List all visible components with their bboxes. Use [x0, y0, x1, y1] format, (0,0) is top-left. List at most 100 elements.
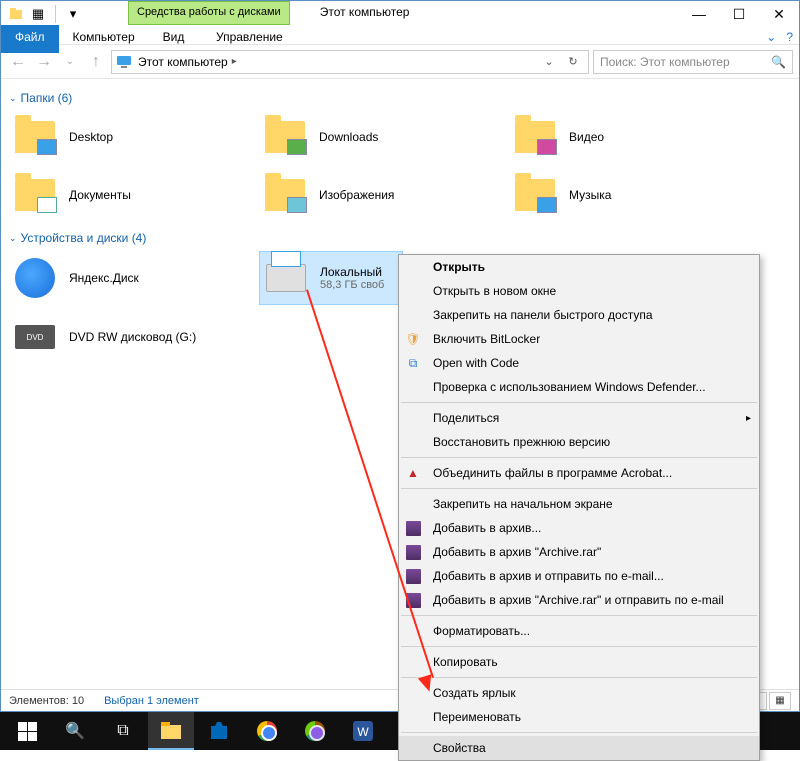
back-button[interactable]: ← [7, 51, 29, 73]
ctx-archive-rar-and-email[interactable]: Добавить в архив "Archive.rar" и отправи… [399, 588, 759, 612]
ctx-defender-scan[interactable]: Проверка с использованием Windows Defend… [399, 375, 759, 399]
ctx-open[interactable]: Открыть [399, 255, 759, 279]
ctx-open-with-code[interactable]: ⧉Open with Code [399, 351, 759, 375]
search-input[interactable]: Поиск: Этот компьютер 🔍 [593, 50, 793, 74]
window-controls: — ☐ ✕ [679, 1, 799, 27]
minimize-button[interactable]: — [679, 1, 719, 27]
ctx-open-new-window[interactable]: Открыть в новом окне [399, 279, 759, 303]
folder-pictures[interactable]: Изображения [259, 169, 509, 221]
ctx-add-to-archive-rar[interactable]: Добавить в архив "Archive.rar" [399, 540, 759, 564]
ctx-properties[interactable]: Свойства [399, 736, 759, 760]
winrar-icon [403, 566, 423, 586]
yandex-disk-icon [15, 258, 55, 298]
ribbon-expand-button[interactable]: ⌄ [766, 30, 776, 44]
address-bar[interactable]: Этот компьютер ▸ ⌄ ↻ [111, 50, 589, 74]
ctx-rename[interactable]: Переименовать [399, 705, 759, 729]
search-placeholder: Поиск: Этот компьютер [600, 55, 771, 69]
tab-manage[interactable]: Управление [186, 25, 313, 49]
chrome-canary-icon [305, 721, 325, 741]
folders-row: Desktop Downloads Видео Документы Изобра… [9, 111, 791, 221]
ctx-separator [401, 677, 757, 678]
svg-text:W: W [357, 725, 369, 739]
ctx-separator [401, 732, 757, 733]
folder-icon [15, 179, 55, 211]
window-title: Этот компьютер [320, 1, 410, 19]
image-overlay-icon [287, 197, 307, 213]
ctx-archive-and-email[interactable]: Добавить в архив и отправить по e-mail..… [399, 564, 759, 588]
device-yandex-disk[interactable]: Яндекс.Диск [9, 251, 259, 305]
ctx-acrobat-combine[interactable]: ▲Объединить файлы в программе Acrobat... [399, 461, 759, 485]
ctx-format[interactable]: Форматировать... [399, 619, 759, 643]
task-view-button[interactable]: ⧉ [100, 712, 146, 750]
ctx-copy[interactable]: Копировать [399, 650, 759, 674]
music-overlay-icon [537, 197, 557, 213]
view-icons-button[interactable]: ▦ [769, 692, 791, 710]
taskbar-explorer[interactable] [148, 712, 194, 750]
address-dropdown-button[interactable]: ⌄ [538, 51, 560, 73]
breadcrumb-location[interactable]: Этот компьютер [138, 55, 228, 69]
folder-icon [15, 121, 55, 153]
up-button[interactable]: ↑ [85, 51, 107, 73]
local-disk-freespace: 58,3 ГБ своб [320, 279, 384, 291]
download-overlay-icon [287, 139, 307, 155]
vscode-icon: ⧉ [403, 353, 423, 373]
forward-button[interactable]: → [33, 51, 55, 73]
folder-documents[interactable]: Документы [9, 169, 259, 221]
tab-file[interactable]: Файл [1, 25, 59, 53]
device-local-disk[interactable]: Локальный58,3 ГБ своб [259, 251, 403, 305]
qat-divider [55, 5, 56, 23]
folder-icon [515, 121, 555, 153]
tab-computer[interactable]: Компьютер [59, 25, 149, 53]
dvd-drive-icon: DVD [15, 325, 55, 349]
group-devices-header[interactable]: ⌄Устройства и диски (4) [9, 231, 791, 245]
close-button[interactable]: ✕ [759, 1, 799, 27]
group-folders-header[interactable]: ⌄Папки (6) [9, 91, 791, 105]
start-button[interactable] [4, 712, 50, 750]
ctx-share[interactable]: Поделиться▸ [399, 406, 759, 430]
refresh-button[interactable]: ↻ [562, 51, 584, 73]
ctx-restore-previous[interactable]: Восстановить прежнюю версию [399, 430, 759, 454]
ctx-pin-start[interactable]: Закрепить на начальном экране [399, 492, 759, 516]
folder-downloads[interactable]: Downloads [259, 111, 509, 163]
ribbon-tabs: Файл Компьютер Вид [1, 25, 198, 53]
folder-music[interactable]: Музыка [509, 169, 759, 221]
qat-dropdown[interactable]: ▾ [64, 5, 82, 23]
taskbar-chrome[interactable] [244, 712, 290, 750]
quick-access-toolbar: ▦ ▾ [1, 1, 88, 27]
folder-icon [265, 121, 305, 153]
recent-locations-button[interactable]: ⌄ [59, 51, 81, 73]
folder-icon [515, 179, 555, 211]
taskbar-word[interactable]: W [340, 712, 386, 750]
shield-icon: 🛡 [403, 329, 423, 349]
search-icon: 🔍 [771, 55, 786, 69]
chevron-right-icon: ▸ [746, 413, 751, 424]
taskbar-store[interactable] [196, 712, 242, 750]
taskbar-search-button[interactable]: 🔍 [52, 712, 98, 750]
winrar-icon [403, 542, 423, 562]
video-overlay-icon [537, 139, 557, 155]
context-menu: Открыть Открыть в новом окне Закрепить н… [398, 254, 760, 761]
explorer-icon[interactable] [7, 5, 25, 23]
desktop-overlay-icon [37, 139, 57, 155]
adobe-icon: ▲ [403, 463, 423, 483]
ctx-pin-quick-access[interactable]: Закрепить на панели быстрого доступа [399, 303, 759, 327]
contextual-tab-drive-tools[interactable]: Средства работы с дисками [128, 1, 290, 25]
local-disk-name: Локальный [320, 265, 384, 279]
windows-logo-icon [275, 253, 285, 263]
help-button[interactable]: ? [786, 30, 793, 44]
properties-qat-button[interactable]: ▦ [29, 5, 47, 23]
ctx-separator [401, 457, 757, 458]
ctx-add-to-archive[interactable]: Добавить в архив... [399, 516, 759, 540]
taskbar-chrome-canary[interactable] [292, 712, 338, 750]
folder-videos[interactable]: Видео [509, 111, 759, 163]
ctx-separator [401, 402, 757, 403]
folder-desktop[interactable]: Desktop [9, 111, 259, 163]
document-overlay-icon [37, 197, 57, 213]
ctx-create-shortcut[interactable]: Создать ярлык [399, 681, 759, 705]
folder-icon [265, 179, 305, 211]
status-selection: Выбран 1 элемент [104, 695, 199, 707]
ctx-bitlocker[interactable]: 🛡Включить BitLocker [399, 327, 759, 351]
windows-logo-icon [18, 722, 37, 741]
maximize-button[interactable]: ☐ [719, 1, 759, 27]
chevron-right-icon: ▸ [232, 56, 237, 67]
